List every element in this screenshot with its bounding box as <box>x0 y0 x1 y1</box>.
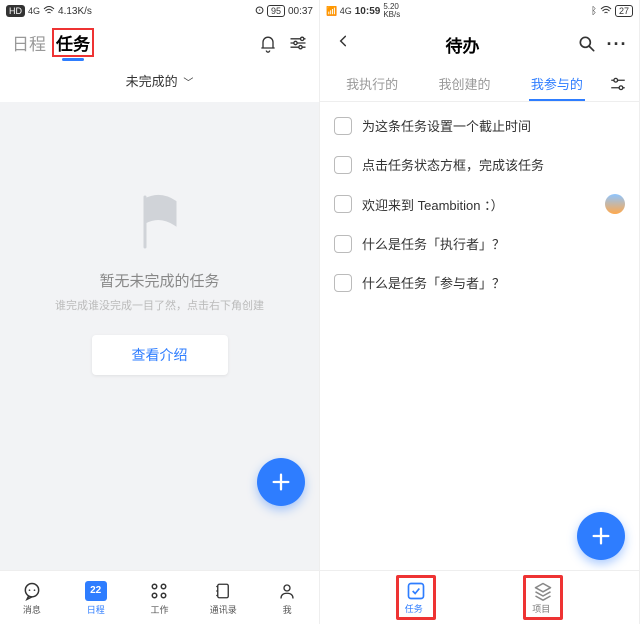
wifi-icon <box>43 5 55 18</box>
empty-title: 暂无未完成的任务 <box>99 270 219 291</box>
subtabs: 我执行的 我创建的 我参与的 <box>320 66 639 102</box>
nav-calendar[interactable]: 22 日程 <box>64 571 128 624</box>
eye-icon: ⵙ <box>255 6 264 17</box>
nav-work[interactable]: 工作 <box>128 571 192 624</box>
empty-subtitle: 谁完成谁没完成一目了然，点击右下角创建 <box>55 297 264 313</box>
net-speed: 4.13K/s <box>58 6 92 17</box>
signal-label: 4G <box>28 6 40 16</box>
battery-badge: 27 <box>615 5 633 17</box>
sliders-icon[interactable] <box>287 32 309 54</box>
task-row[interactable]: 为这条任务设置一个截止时间 <box>320 106 639 145</box>
wifi-icon <box>600 5 612 18</box>
hd-badge: HD <box>6 5 25 17</box>
tab-executor[interactable]: 我执行的 <box>326 66 418 101</box>
avatar[interactable] <box>605 194 625 214</box>
nav-label: 项目 <box>532 604 550 614</box>
nav-spacer <box>448 571 512 624</box>
chat-icon <box>21 580 43 602</box>
net-speed: 5.20KB/s <box>383 3 400 19</box>
task-row[interactable]: 什么是任务「参与者」？ <box>320 263 639 302</box>
nav-label: 消息 <box>23 603 41 616</box>
checkbox[interactable] <box>334 195 352 213</box>
task-row[interactable]: 欢迎来到 Teambition ：） <box>320 184 639 224</box>
check-icon <box>405 580 427 602</box>
nav-me[interactable]: 我 <box>255 571 319 624</box>
task-text: 什么是任务「参与者」？ <box>362 273 625 292</box>
nav-messages[interactable]: 消息 <box>0 571 64 624</box>
battery-badge: 95 <box>267 5 285 17</box>
task-row[interactable]: 点击任务状态方框，完成该任务 <box>320 145 639 184</box>
right-screenshot: 📶 4G 10:59 5.20KB/s ᛒ 27 待办 ··· 我执行的 我创建… <box>320 0 640 624</box>
chevron-down-icon: ﹀ <box>183 78 193 89</box>
checkbox[interactable] <box>334 117 352 135</box>
status-time: 00:37 <box>288 6 313 17</box>
person-icon <box>276 580 298 602</box>
header-right: 待办 ··· <box>320 22 639 66</box>
calendar-icon: 22 <box>85 581 107 601</box>
fab-add-button[interactable] <box>577 512 625 560</box>
filter-icon[interactable] <box>603 66 633 101</box>
nav-spacer <box>575 571 639 624</box>
tab-task[interactable]: 任务 <box>52 28 94 57</box>
search-icon[interactable] <box>575 34 599 54</box>
bottom-nav-left: 消息 22 日程 工作 通讯录 我 <box>0 570 319 624</box>
book-icon <box>212 580 234 602</box>
nav-label: 工作 <box>150 603 168 616</box>
empty-state: 暂无未完成的任务 谁完成谁没完成一目了然，点击右下角创建 查看介绍 <box>0 102 319 570</box>
task-row[interactable]: 什么是任务「执行者」？ <box>320 224 639 263</box>
nav-todo[interactable]: 任务 <box>384 571 448 624</box>
tab-creator[interactable]: 我创建的 <box>418 66 510 101</box>
fab-add-button[interactable] <box>257 458 305 506</box>
task-text: 什么是任务「执行者」？ <box>362 234 625 253</box>
bluetooth-icon: ᛒ <box>591 6 597 17</box>
header-left: 日程 任务 <box>0 22 319 61</box>
nav-label: 通讯录 <box>210 603 237 616</box>
nav-contacts[interactable]: 通讯录 <box>191 571 255 624</box>
status-bar-left: HD 4G 4.13K/s ⵙ 95 00:37 <box>0 0 319 22</box>
filter-label: 未完成的 <box>126 74 178 89</box>
task-list: 为这条任务设置一个截止时间 点击任务状态方框，完成该任务 欢迎来到 Teambi… <box>320 102 639 570</box>
status-time: 10:59 <box>355 6 381 17</box>
nav-label: 我 <box>283 603 292 616</box>
signal-icon: 📶 4G <box>326 6 352 17</box>
task-text: 为这条任务设置一个截止时间 <box>362 116 625 135</box>
nav-spacer <box>320 571 384 624</box>
layers-icon <box>532 580 554 602</box>
status-bar-right: 📶 4G 10:59 5.20KB/s ᛒ 27 <box>320 0 639 22</box>
view-intro-button[interactable]: 查看介绍 <box>92 335 228 375</box>
nav-label: 任务 <box>405 604 423 614</box>
checkbox[interactable] <box>334 156 352 174</box>
back-button[interactable] <box>330 30 356 58</box>
grid-icon <box>148 580 170 602</box>
left-screenshot: HD 4G 4.13K/s ⵙ 95 00:37 日程 任务 未完成的 ﹀ <box>0 0 320 624</box>
page-title: 待办 <box>356 32 569 57</box>
nav-label: 日程 <box>87 603 105 616</box>
more-icon[interactable]: ··· <box>605 34 629 55</box>
task-text: 欢迎来到 Teambition ：） <box>362 195 595 214</box>
checkbox[interactable] <box>334 274 352 292</box>
nav-project[interactable]: 项目 <box>511 571 575 624</box>
filter-dropdown[interactable]: 未完成的 ﹀ <box>0 61 319 102</box>
tab-participant[interactable]: 我参与的 <box>511 66 603 101</box>
flag-icon <box>130 192 190 252</box>
bell-icon[interactable] <box>257 32 279 54</box>
checkbox[interactable] <box>334 235 352 253</box>
tab-schedule[interactable]: 日程 <box>10 28 48 57</box>
bottom-nav-right: 任务 项目 <box>320 570 639 624</box>
task-text: 点击任务状态方框，完成该任务 <box>362 155 625 174</box>
